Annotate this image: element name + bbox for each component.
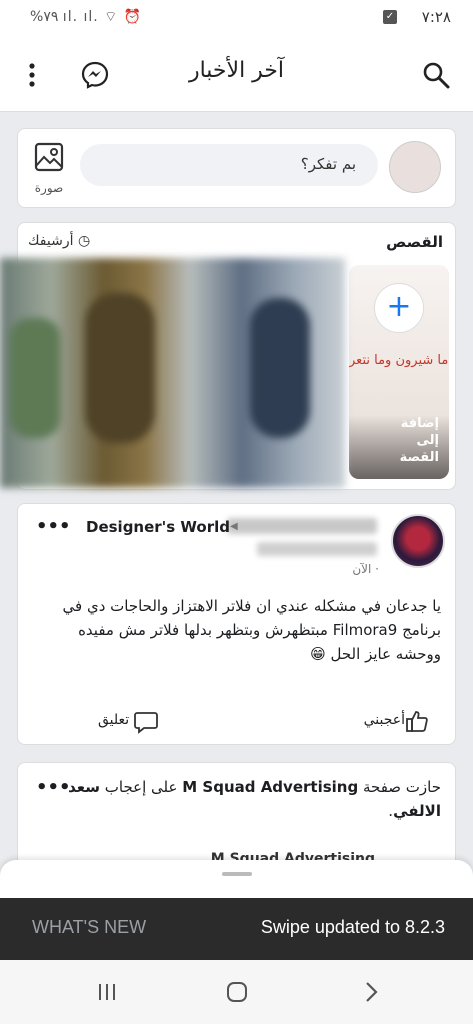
status-input-placeholder: بم تفكر؟ [300, 155, 356, 173]
blurred-figure [250, 298, 310, 438]
photo-button[interactable]: صورة [28, 141, 70, 201]
photo-icon [34, 142, 64, 172]
status-input[interactable]: بم تفكر؟ [80, 144, 378, 186]
like-button[interactable]: أعجبني [364, 712, 405, 728]
home-icon[interactable] [222, 978, 252, 1006]
messenger-icon[interactable] [80, 60, 110, 90]
post-more-button[interactable]: ••• [36, 516, 71, 537]
snackbar-message: Swipe updated to 8.2.3 [260, 917, 445, 937]
post-author-avatar[interactable] [391, 514, 445, 568]
feed-post: ◀ Designer's World الآن · ••• يا جدعان ف… [17, 503, 456, 745]
post-activity-text: حازت صفحة M Squad Advertising على إعجاب … [61, 775, 441, 823]
post-time: الآن · [352, 562, 379, 576]
like-icon[interactable] [405, 709, 429, 733]
add-to-story-label: إضافة إلى القصة [399, 416, 439, 465]
back-icon[interactable] [356, 978, 386, 1006]
archive-link[interactable]: أرشيفك ◷ [28, 233, 90, 249]
notification-check-icon: ✓ [383, 10, 397, 24]
clock-icon: ◷ [77, 233, 91, 249]
status-icons: %٧٩ ıl. ıl. ⌔ ⏰ [30, 9, 143, 25]
drag-handle[interactable] [222, 872, 252, 876]
post-body: يا جدعان في مشكله عندي ان فلاتر الاهتزاز… [62, 597, 441, 663]
page-name-link[interactable]: M Squad Advertising [182, 778, 358, 796]
avatar[interactable] [389, 141, 441, 193]
comment-icon[interactable] [133, 709, 159, 735]
search-icon[interactable] [421, 60, 451, 90]
recent-apps-icon[interactable] [92, 978, 122, 1006]
status-time: ٧:٢٨ [421, 8, 451, 26]
comment-button[interactable]: تعليق [98, 712, 129, 728]
blurred-stories-image[interactable] [0, 258, 345, 488]
update-snackbar: Swipe updated to 8.2.3 WHAT'S NEW [0, 898, 473, 960]
bottom-sheet[interactable] [0, 860, 473, 900]
caret-left-icon: ◀ [230, 521, 238, 532]
blurred-figure [85, 293, 155, 443]
activity-prefix: حازت صفحة [358, 778, 441, 796]
stories-title: القصص [386, 233, 443, 251]
status-bar: %٧٩ ıl. ıl. ⌔ ⏰ ✓ ٧:٢٨ [0, 0, 473, 36]
blurred-figure [10, 318, 60, 438]
post-composer: بم تفكر؟ صورة [17, 128, 456, 208]
group-name[interactable]: Designer's World [86, 518, 230, 536]
more-options-icon[interactable] [24, 60, 40, 90]
add-story-plus-icon[interactable]: + [374, 283, 424, 333]
create-story-card[interactable]: كله ما شيرون وما نتعر + إضافة إلى القصة [349, 265, 449, 479]
whats-new-button[interactable]: WHAT'S NEW [32, 917, 146, 938]
story-graffiti-text: كله ما شيرون وما نتعر [349, 353, 449, 368]
system-nav-bar [0, 960, 473, 1024]
archive-label: أرشيفك [28, 233, 74, 249]
page-title: آخر الأخبار [188, 58, 285, 83]
photo-label: صورة [34, 181, 64, 195]
top-app-bar: آخر الأخبار [0, 36, 473, 112]
post-author-name-blurred[interactable] [227, 518, 377, 534]
post-subtitle-blurred [257, 542, 377, 556]
post-more-button[interactable]: ••• [36, 777, 71, 798]
activity-mid: على إعجاب [100, 778, 183, 796]
